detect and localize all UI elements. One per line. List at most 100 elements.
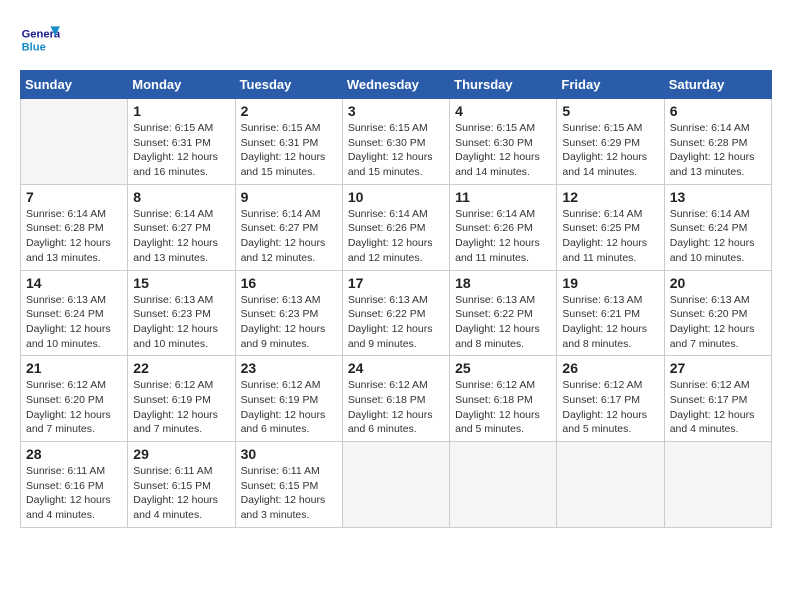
page-header: General Blue: [20, 20, 772, 60]
day-info: Sunrise: 6:14 AMSunset: 6:26 PMDaylight:…: [348, 207, 444, 266]
day-number: 8: [133, 189, 229, 205]
weekday-header-cell: Friday: [557, 71, 664, 99]
calendar-day-cell: 20 Sunrise: 6:13 AMSunset: 6:20 PMDayligh…: [664, 270, 771, 356]
day-number: 18: [455, 275, 551, 291]
day-info: Sunrise: 6:13 AMSunset: 6:22 PMDaylight:…: [455, 293, 551, 352]
day-info: Sunrise: 6:13 AMSunset: 6:20 PMDaylight:…: [670, 293, 766, 352]
day-number: 20: [670, 275, 766, 291]
calendar-day-cell: 19 Sunrise: 6:13 AMSunset: 6:21 PMDayligh…: [557, 270, 664, 356]
calendar-day-cell: [450, 442, 557, 528]
day-info: Sunrise: 6:13 AMSunset: 6:23 PMDaylight:…: [241, 293, 337, 352]
day-info: Sunrise: 6:12 AMSunset: 6:19 PMDaylight:…: [241, 378, 337, 437]
day-number: 28: [26, 446, 122, 462]
calendar-day-cell: 30Sunrise: 6:11 AMSunset: 6:15 PMDayligh…: [235, 442, 342, 528]
day-info: Sunrise: 6:11 AMSunset: 6:15 PMDaylight:…: [241, 464, 337, 523]
calendar-day-cell: 24 Sunrise: 6:12 AMSunset: 6:18 PMDayligh…: [342, 356, 449, 442]
day-number: 11: [455, 189, 551, 205]
day-number: 10: [348, 189, 444, 205]
calendar-day-cell: 21 Sunrise: 6:12 AMSunset: 6:20 PMDayligh…: [21, 356, 128, 442]
day-number: 6: [670, 103, 766, 119]
calendar-day-cell: 2 Sunrise: 6:15 AMSunset: 6:31 PMDaylight…: [235, 99, 342, 185]
day-number: 29: [133, 446, 229, 462]
day-number: 21: [26, 360, 122, 376]
calendar-day-cell: 6 Sunrise: 6:14 AMSunset: 6:28 PMDaylight…: [664, 99, 771, 185]
calendar-day-cell: [342, 442, 449, 528]
weekday-header-cell: Monday: [128, 71, 235, 99]
day-info: Sunrise: 6:11 AMSunset: 6:16 PMDaylight:…: [26, 464, 122, 523]
calendar-day-cell: [557, 442, 664, 528]
day-info: Sunrise: 6:13 AMSunset: 6:21 PMDaylight:…: [562, 293, 658, 352]
day-info: Sunrise: 6:15 AMSunset: 6:31 PMDaylight:…: [241, 121, 337, 180]
calendar-day-cell: 18 Sunrise: 6:13 AMSunset: 6:22 PMDayligh…: [450, 270, 557, 356]
calendar-day-cell: 11 Sunrise: 6:14 AMSunset: 6:26 PMDayligh…: [450, 184, 557, 270]
day-number: 13: [670, 189, 766, 205]
weekday-header-cell: Saturday: [664, 71, 771, 99]
weekday-header-cell: Sunday: [21, 71, 128, 99]
day-info: Sunrise: 6:12 AMSunset: 6:18 PMDaylight:…: [455, 378, 551, 437]
calendar-day-cell: 22 Sunrise: 6:12 AMSunset: 6:19 PMDayligh…: [128, 356, 235, 442]
calendar-day-cell: 23 Sunrise: 6:12 AMSunset: 6:19 PMDayligh…: [235, 356, 342, 442]
day-number: 25: [455, 360, 551, 376]
day-number: 23: [241, 360, 337, 376]
day-number: 5: [562, 103, 658, 119]
day-info: Sunrise: 6:12 AMSunset: 6:17 PMDaylight:…: [670, 378, 766, 437]
weekday-header-cell: Thursday: [450, 71, 557, 99]
day-info: Sunrise: 6:15 AMSunset: 6:29 PMDaylight:…: [562, 121, 658, 180]
day-number: 2: [241, 103, 337, 119]
day-info: Sunrise: 6:11 AMSunset: 6:15 PMDaylight:…: [133, 464, 229, 523]
day-info: Sunrise: 6:15 AMSunset: 6:31 PMDaylight:…: [133, 121, 229, 180]
calendar-day-cell: 26Sunrise: 6:12 AMSunset: 6:17 PMDayligh…: [557, 356, 664, 442]
day-info: Sunrise: 6:14 AMSunset: 6:25 PMDaylight:…: [562, 207, 658, 266]
svg-text:Blue: Blue: [22, 41, 46, 53]
calendar-day-cell: 14 Sunrise: 6:13 AMSunset: 6:24 PMDayligh…: [21, 270, 128, 356]
day-info: Sunrise: 6:13 AMSunset: 6:24 PMDaylight:…: [26, 293, 122, 352]
day-number: 14: [26, 275, 122, 291]
day-info: Sunrise: 6:12 AMSunset: 6:19 PMDaylight:…: [133, 378, 229, 437]
logo: General Blue: [20, 20, 64, 60]
calendar-week-row: 1 Sunrise: 6:15 AMSunset: 6:31 PMDaylight…: [21, 99, 772, 185]
calendar-day-cell: 25 Sunrise: 6:12 AMSunset: 6:18 PMDayligh…: [450, 356, 557, 442]
calendar-day-cell: [664, 442, 771, 528]
calendar-day-cell: 5 Sunrise: 6:15 AMSunset: 6:29 PMDaylight…: [557, 99, 664, 185]
day-info: Sunrise: 6:14 AMSunset: 6:28 PMDaylight:…: [26, 207, 122, 266]
calendar-week-row: 14 Sunrise: 6:13 AMSunset: 6:24 PMDayligh…: [21, 270, 772, 356]
day-info: Sunrise: 6:15 AMSunset: 6:30 PMDaylight:…: [455, 121, 551, 180]
day-info: Sunrise: 6:14 AMSunset: 6:27 PMDaylight:…: [133, 207, 229, 266]
weekday-header-row: SundayMondayTuesdayWednesdayThursdayFrid…: [21, 71, 772, 99]
day-info: Sunrise: 6:13 AMSunset: 6:22 PMDaylight:…: [348, 293, 444, 352]
day-number: 1: [133, 103, 229, 119]
weekday-header-cell: Tuesday: [235, 71, 342, 99]
day-info: Sunrise: 6:14 AMSunset: 6:28 PMDaylight:…: [670, 121, 766, 180]
day-number: 4: [455, 103, 551, 119]
calendar-table: SundayMondayTuesdayWednesdayThursdayFrid…: [20, 70, 772, 528]
day-number: 12: [562, 189, 658, 205]
day-info: Sunrise: 6:12 AMSunset: 6:17 PMDaylight:…: [562, 378, 658, 437]
calendar-day-cell: 29 Sunrise: 6:11 AMSunset: 6:15 PMDayligh…: [128, 442, 235, 528]
day-info: Sunrise: 6:13 AMSunset: 6:23 PMDaylight:…: [133, 293, 229, 352]
calendar-week-row: 7 Sunrise: 6:14 AMSunset: 6:28 PMDaylight…: [21, 184, 772, 270]
day-info: Sunrise: 6:15 AMSunset: 6:30 PMDaylight:…: [348, 121, 444, 180]
calendar-day-cell: 13 Sunrise: 6:14 AMSunset: 6:24 PMDayligh…: [664, 184, 771, 270]
day-info: Sunrise: 6:14 AMSunset: 6:26 PMDaylight:…: [455, 207, 551, 266]
calendar-body: 1 Sunrise: 6:15 AMSunset: 6:31 PMDaylight…: [21, 99, 772, 528]
calendar-day-cell: 17 Sunrise: 6:13 AMSunset: 6:22 PMDayligh…: [342, 270, 449, 356]
day-number: 9: [241, 189, 337, 205]
calendar-day-cell: 27Sunrise: 6:12 AMSunset: 6:17 PMDayligh…: [664, 356, 771, 442]
day-number: 24: [348, 360, 444, 376]
weekday-header-cell: Wednesday: [342, 71, 449, 99]
day-info: Sunrise: 6:12 AMSunset: 6:20 PMDaylight:…: [26, 378, 122, 437]
calendar-day-cell: [21, 99, 128, 185]
day-number: 7: [26, 189, 122, 205]
calendar-day-cell: 15 Sunrise: 6:13 AMSunset: 6:23 PMDayligh…: [128, 270, 235, 356]
day-number: 19: [562, 275, 658, 291]
day-number: 15: [133, 275, 229, 291]
day-number: 16: [241, 275, 337, 291]
calendar-day-cell: 28 Sunrise: 6:11 AMSunset: 6:16 PMDayligh…: [21, 442, 128, 528]
day-info: Sunrise: 6:12 AMSunset: 6:18 PMDaylight:…: [348, 378, 444, 437]
day-number: 17: [348, 275, 444, 291]
calendar-week-row: 21 Sunrise: 6:12 AMSunset: 6:20 PMDayligh…: [21, 356, 772, 442]
calendar-day-cell: 12 Sunrise: 6:14 AMSunset: 6:25 PMDayligh…: [557, 184, 664, 270]
calendar-day-cell: 9Sunrise: 6:14 AMSunset: 6:27 PMDaylight…: [235, 184, 342, 270]
day-info: Sunrise: 6:14 AMSunset: 6:24 PMDaylight:…: [670, 207, 766, 266]
day-number: 22: [133, 360, 229, 376]
